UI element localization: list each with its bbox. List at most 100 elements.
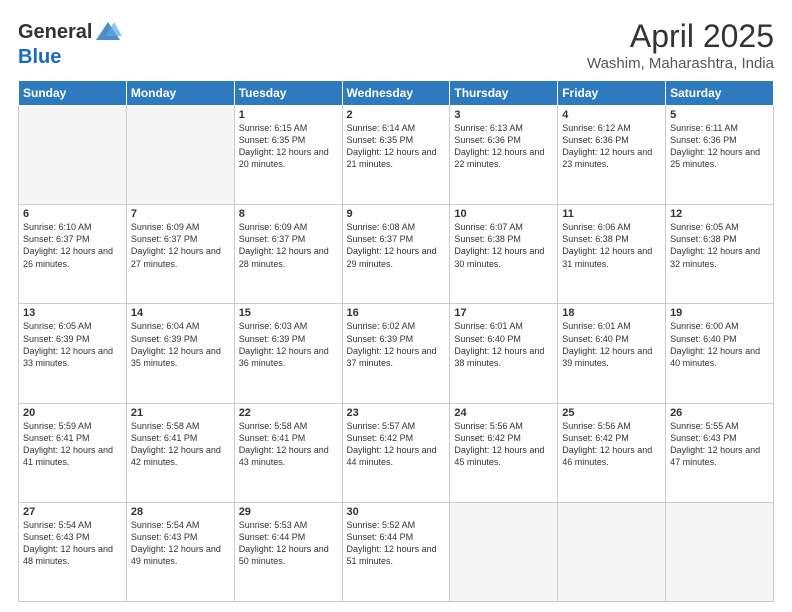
sunrise-text: Sunrise: 6:13 AM bbox=[454, 122, 553, 134]
day-header-monday: Monday bbox=[126, 81, 234, 106]
calendar-cell: 1Sunrise: 6:15 AMSunset: 6:35 PMDaylight… bbox=[234, 106, 342, 205]
sunset-text: Sunset: 6:37 PM bbox=[23, 233, 122, 245]
sunrise-text: Sunrise: 6:09 AM bbox=[131, 221, 230, 233]
day-info: Sunrise: 6:10 AMSunset: 6:37 PMDaylight:… bbox=[23, 221, 122, 270]
daylight-text: Daylight: 12 hours and 44 minutes. bbox=[347, 444, 446, 468]
calendar-cell: 17Sunrise: 6:01 AMSunset: 6:40 PMDayligh… bbox=[450, 304, 558, 403]
sunset-text: Sunset: 6:42 PM bbox=[347, 432, 446, 444]
calendar-cell: 26Sunrise: 5:55 AMSunset: 6:43 PMDayligh… bbox=[666, 403, 774, 502]
sunrise-text: Sunrise: 5:53 AM bbox=[239, 519, 338, 531]
sunset-text: Sunset: 6:36 PM bbox=[454, 134, 553, 146]
calendar: SundayMondayTuesdayWednesdayThursdayFrid… bbox=[18, 80, 774, 602]
sunset-text: Sunset: 6:36 PM bbox=[562, 134, 661, 146]
day-number: 24 bbox=[454, 407, 553, 419]
calendar-cell: 8Sunrise: 6:09 AMSunset: 6:37 PMDaylight… bbox=[234, 205, 342, 304]
day-info: Sunrise: 6:06 AMSunset: 6:38 PMDaylight:… bbox=[562, 221, 661, 270]
calendar-cell: 16Sunrise: 6:02 AMSunset: 6:39 PMDayligh… bbox=[342, 304, 450, 403]
day-info: Sunrise: 6:02 AMSunset: 6:39 PMDaylight:… bbox=[347, 320, 446, 369]
day-number: 8 bbox=[239, 208, 338, 220]
day-info: Sunrise: 5:55 AMSunset: 6:43 PMDaylight:… bbox=[670, 420, 769, 469]
calendar-cell: 28Sunrise: 5:54 AMSunset: 6:43 PMDayligh… bbox=[126, 502, 234, 601]
sunset-text: Sunset: 6:37 PM bbox=[239, 233, 338, 245]
sunset-text: Sunset: 6:41 PM bbox=[239, 432, 338, 444]
day-info: Sunrise: 6:05 AMSunset: 6:38 PMDaylight:… bbox=[670, 221, 769, 270]
calendar-cell: 4Sunrise: 6:12 AMSunset: 6:36 PMDaylight… bbox=[558, 106, 666, 205]
calendar-cell bbox=[666, 502, 774, 601]
day-number: 18 bbox=[562, 307, 661, 319]
calendar-cell: 30Sunrise: 5:52 AMSunset: 6:44 PMDayligh… bbox=[342, 502, 450, 601]
day-number: 21 bbox=[131, 407, 230, 419]
day-info: Sunrise: 6:11 AMSunset: 6:36 PMDaylight:… bbox=[670, 122, 769, 171]
calendar-week-3: 13Sunrise: 6:05 AMSunset: 6:39 PMDayligh… bbox=[19, 304, 774, 403]
daylight-text: Daylight: 12 hours and 41 minutes. bbox=[23, 444, 122, 468]
calendar-week-2: 6Sunrise: 6:10 AMSunset: 6:37 PMDaylight… bbox=[19, 205, 774, 304]
daylight-text: Daylight: 12 hours and 48 minutes. bbox=[23, 543, 122, 567]
daylight-text: Daylight: 12 hours and 43 minutes. bbox=[239, 444, 338, 468]
calendar-cell: 12Sunrise: 6:05 AMSunset: 6:38 PMDayligh… bbox=[666, 205, 774, 304]
calendar-cell: 25Sunrise: 5:56 AMSunset: 6:42 PMDayligh… bbox=[558, 403, 666, 502]
calendar-cell: 9Sunrise: 6:08 AMSunset: 6:37 PMDaylight… bbox=[342, 205, 450, 304]
day-info: Sunrise: 6:00 AMSunset: 6:40 PMDaylight:… bbox=[670, 320, 769, 369]
day-info: Sunrise: 6:03 AMSunset: 6:39 PMDaylight:… bbox=[239, 320, 338, 369]
sunrise-text: Sunrise: 6:15 AM bbox=[239, 122, 338, 134]
day-number: 23 bbox=[347, 407, 446, 419]
day-info: Sunrise: 6:04 AMSunset: 6:39 PMDaylight:… bbox=[131, 320, 230, 369]
calendar-cell bbox=[558, 502, 666, 601]
logo: General Blue bbox=[18, 18, 122, 68]
daylight-text: Daylight: 12 hours and 30 minutes. bbox=[454, 245, 553, 269]
calendar-cell: 11Sunrise: 6:06 AMSunset: 6:38 PMDayligh… bbox=[558, 205, 666, 304]
day-header-tuesday: Tuesday bbox=[234, 81, 342, 106]
daylight-text: Daylight: 12 hours and 25 minutes. bbox=[670, 146, 769, 170]
sunrise-text: Sunrise: 6:12 AM bbox=[562, 122, 661, 134]
day-number: 7 bbox=[131, 208, 230, 220]
sunset-text: Sunset: 6:40 PM bbox=[454, 333, 553, 345]
day-number: 10 bbox=[454, 208, 553, 220]
daylight-text: Daylight: 12 hours and 49 minutes. bbox=[131, 543, 230, 567]
sunset-text: Sunset: 6:37 PM bbox=[131, 233, 230, 245]
day-number: 27 bbox=[23, 506, 122, 518]
day-number: 25 bbox=[562, 407, 661, 419]
daylight-text: Daylight: 12 hours and 37 minutes. bbox=[347, 345, 446, 369]
sunrise-text: Sunrise: 5:58 AM bbox=[239, 420, 338, 432]
day-number: 17 bbox=[454, 307, 553, 319]
sunset-text: Sunset: 6:39 PM bbox=[131, 333, 230, 345]
day-info: Sunrise: 5:56 AMSunset: 6:42 PMDaylight:… bbox=[454, 420, 553, 469]
day-number: 11 bbox=[562, 208, 661, 220]
calendar-cell: 10Sunrise: 6:07 AMSunset: 6:38 PMDayligh… bbox=[450, 205, 558, 304]
day-info: Sunrise: 5:52 AMSunset: 6:44 PMDaylight:… bbox=[347, 519, 446, 568]
day-number: 14 bbox=[131, 307, 230, 319]
calendar-cell: 22Sunrise: 5:58 AMSunset: 6:41 PMDayligh… bbox=[234, 403, 342, 502]
day-number: 6 bbox=[23, 208, 122, 220]
day-number: 28 bbox=[131, 506, 230, 518]
day-header-wednesday: Wednesday bbox=[342, 81, 450, 106]
calendar-cell: 29Sunrise: 5:53 AMSunset: 6:44 PMDayligh… bbox=[234, 502, 342, 601]
calendar-week-4: 20Sunrise: 5:59 AMSunset: 6:41 PMDayligh… bbox=[19, 403, 774, 502]
daylight-text: Daylight: 12 hours and 27 minutes. bbox=[131, 245, 230, 269]
daylight-text: Daylight: 12 hours and 31 minutes. bbox=[562, 245, 661, 269]
daylight-text: Daylight: 12 hours and 45 minutes. bbox=[454, 444, 553, 468]
sunrise-text: Sunrise: 6:01 AM bbox=[562, 320, 661, 332]
daylight-text: Daylight: 12 hours and 50 minutes. bbox=[239, 543, 338, 567]
daylight-text: Daylight: 12 hours and 20 minutes. bbox=[239, 146, 338, 170]
calendar-week-5: 27Sunrise: 5:54 AMSunset: 6:43 PMDayligh… bbox=[19, 502, 774, 601]
sunrise-text: Sunrise: 6:14 AM bbox=[347, 122, 446, 134]
daylight-text: Daylight: 12 hours and 38 minutes. bbox=[454, 345, 553, 369]
calendar-cell: 7Sunrise: 6:09 AMSunset: 6:37 PMDaylight… bbox=[126, 205, 234, 304]
day-info: Sunrise: 6:12 AMSunset: 6:36 PMDaylight:… bbox=[562, 122, 661, 171]
logo-general: General bbox=[18, 21, 92, 43]
day-number: 5 bbox=[670, 109, 769, 121]
calendar-cell: 18Sunrise: 6:01 AMSunset: 6:40 PMDayligh… bbox=[558, 304, 666, 403]
daylight-text: Daylight: 12 hours and 26 minutes. bbox=[23, 245, 122, 269]
day-info: Sunrise: 6:07 AMSunset: 6:38 PMDaylight:… bbox=[454, 221, 553, 270]
logo-blue: Blue bbox=[18, 46, 122, 68]
title-block: April 2025 Washim, Maharashtra, India bbox=[587, 18, 774, 72]
day-info: Sunrise: 5:53 AMSunset: 6:44 PMDaylight:… bbox=[239, 519, 338, 568]
month-title: April 2025 bbox=[587, 18, 774, 55]
calendar-header-row: SundayMondayTuesdayWednesdayThursdayFrid… bbox=[19, 81, 774, 106]
sunset-text: Sunset: 6:44 PM bbox=[239, 531, 338, 543]
daylight-text: Daylight: 12 hours and 22 minutes. bbox=[454, 146, 553, 170]
day-number: 16 bbox=[347, 307, 446, 319]
day-info: Sunrise: 5:58 AMSunset: 6:41 PMDaylight:… bbox=[239, 420, 338, 469]
sunrise-text: Sunrise: 5:54 AM bbox=[131, 519, 230, 531]
day-info: Sunrise: 6:15 AMSunset: 6:35 PMDaylight:… bbox=[239, 122, 338, 171]
